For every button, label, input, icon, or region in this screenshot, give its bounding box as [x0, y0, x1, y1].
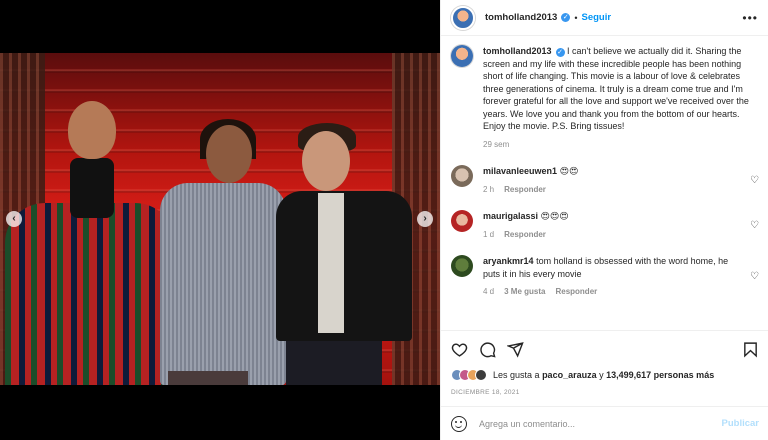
comment-username[interactable]: aryankmr14: [483, 256, 534, 266]
liker-avatar: [475, 369, 487, 381]
post-actions: Les gusta a paco_arauza y 13,499,617 per…: [441, 330, 768, 396]
person-center-legs: [168, 371, 248, 385]
person-center-head: [206, 125, 252, 183]
likes-user[interactable]: paco_arauza: [542, 370, 597, 380]
post-date: DICIEMBRE 18, 2021: [451, 389, 520, 396]
comment-body: aryankmr14 tom holland is obsessed with …: [483, 255, 740, 299]
caption-avatar[interactable]: [451, 45, 473, 67]
comment-text: 😍😍: [559, 166, 579, 176]
verified-badge-icon: ✓: [555, 48, 565, 57]
commenter-avatar[interactable]: [451, 210, 473, 232]
instagram-post-viewer: ‹ › tomholland2013 ✓ • Seguir ••• tomhol…: [0, 0, 768, 440]
author-avatar[interactable]: [451, 5, 475, 30]
like-comment-heart-icon[interactable]: ♡: [750, 175, 759, 186]
caption-body: tomholland2013 ✓ I can't believe we actua…: [483, 45, 759, 151]
reply-button[interactable]: Responder: [504, 229, 546, 242]
more-options-icon[interactable]: •••: [742, 11, 758, 25]
comment-item: aryankmr14 tom holland is obsessed with …: [451, 255, 759, 299]
person-left-turtleneck: [70, 158, 114, 218]
caption-username[interactable]: tomholland2013: [483, 46, 552, 56]
like-comment-heart-icon[interactable]: ♡: [750, 220, 759, 231]
comment-time: 4 d: [483, 287, 495, 296]
comment-input[interactable]: [479, 418, 722, 429]
person-right-jacket: [276, 191, 412, 341]
comment-item: milavanleeuwen1 😍😍 2 h Responder ♡: [451, 165, 759, 196]
reply-button[interactable]: Responder: [555, 286, 597, 299]
post-photo: [0, 53, 440, 385]
likes-prefix: Les gusta a: [493, 370, 540, 380]
post-media: ‹ ›: [0, 0, 440, 440]
save-bookmark-icon[interactable]: [742, 341, 759, 360]
comment-likes[interactable]: 3 Me gusta: [504, 286, 545, 299]
commenter-avatar[interactable]: [451, 255, 473, 277]
like-comment-heart-icon[interactable]: ♡: [750, 271, 759, 282]
carousel-next-button[interactable]: ›: [417, 211, 433, 227]
comment-body: milavanleeuwen1 😍😍 2 h Responder: [483, 165, 740, 196]
liker-avatars[interactable]: [451, 369, 487, 381]
comments-section: tomholland2013 ✓ I can't believe we actua…: [441, 37, 768, 330]
person-right-legs: [286, 341, 382, 385]
person-right-shirt: [318, 193, 344, 333]
caption: tomholland2013 ✓ I can't believe we actua…: [451, 45, 759, 151]
action-icons: [451, 339, 759, 361]
caption-time: 29 sem: [483, 139, 510, 149]
likes-count[interactable]: 13,499,617 personas más: [606, 370, 714, 380]
comment-bubble-icon[interactable]: [479, 341, 496, 360]
comment-username[interactable]: maurigalassi: [483, 211, 538, 221]
person-center-suit: [160, 183, 286, 385]
caption-text: I can't believe we actually did it. Shar…: [483, 46, 749, 131]
verified-badge-icon: ✓: [561, 13, 571, 22]
commenter-avatar[interactable]: [451, 165, 473, 187]
carousel-prev-button[interactable]: ‹: [6, 211, 22, 227]
author-username[interactable]: tomholland2013: [485, 12, 557, 23]
comment-time: 1 d: [483, 229, 495, 239]
person-left-jacket: [5, 203, 175, 385]
likes-middle: y: [599, 370, 604, 380]
add-comment-bar: Publicar: [441, 406, 768, 440]
comment-text: 😍😍😍: [540, 211, 569, 221]
share-paper-plane-icon[interactable]: [506, 341, 524, 360]
comment-time: 2 h: [483, 184, 495, 194]
post-header: tomholland2013 ✓ • Seguir •••: [441, 0, 768, 36]
comment-body: maurigalassi 😍😍😍 1 d Responder: [483, 210, 740, 241]
emoji-smiley-icon[interactable]: [451, 415, 467, 432]
post-sidebar: tomholland2013 ✓ • Seguir ••• tomholland…: [440, 0, 768, 440]
publish-button[interactable]: Publicar: [722, 418, 760, 429]
like-heart-icon[interactable]: [451, 341, 468, 360]
reply-button[interactable]: Responder: [504, 184, 546, 197]
person-left-head: [68, 101, 116, 159]
comment-item: maurigalassi 😍😍😍 1 d Responder ♡: [451, 210, 759, 241]
header-separator: •: [574, 12, 578, 23]
follow-button[interactable]: Seguir: [581, 12, 611, 23]
likes-summary: Les gusta a paco_arauza y 13,499,617 per…: [451, 369, 759, 381]
comment-username[interactable]: milavanleeuwen1: [483, 166, 557, 176]
person-right-head: [302, 131, 350, 191]
